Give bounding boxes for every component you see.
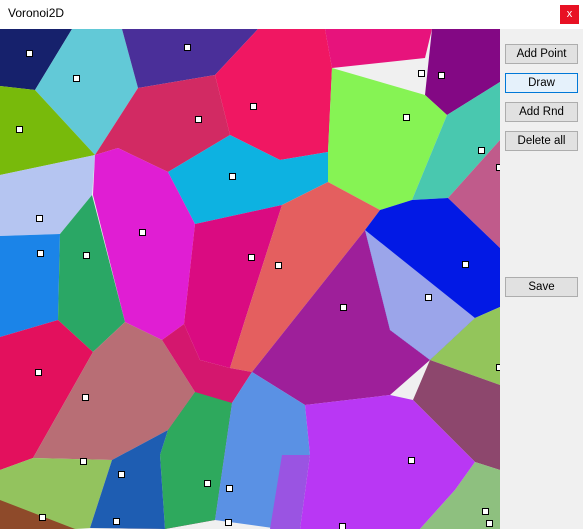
draw-button[interactable]: Draw	[505, 73, 578, 93]
seed-point	[250, 103, 257, 110]
seed-point	[339, 523, 346, 529]
seed-point	[80, 458, 87, 465]
seed-point	[229, 173, 236, 180]
seed-point	[418, 70, 425, 77]
seed-point	[16, 126, 23, 133]
delete-all-button[interactable]: Delete all	[505, 131, 578, 151]
voronoi-cell	[0, 234, 60, 337]
seed-point	[425, 294, 432, 301]
save-button[interactable]: Save	[505, 277, 578, 297]
seed-point	[35, 369, 42, 376]
seed-point	[139, 229, 146, 236]
seed-point	[340, 304, 347, 311]
seed-point	[275, 262, 282, 269]
seed-point	[195, 116, 202, 123]
seed-point	[184, 44, 191, 51]
add-point-button[interactable]: Add Point	[505, 44, 578, 64]
close-button[interactable]: x	[560, 5, 579, 24]
add-rnd-button[interactable]: Add Rnd	[505, 102, 578, 122]
seed-point	[438, 72, 445, 79]
seed-point	[403, 114, 410, 121]
seed-point	[26, 50, 33, 57]
window-title: Voronoi2D	[8, 6, 65, 20]
seed-point	[204, 480, 211, 487]
seed-point	[36, 215, 43, 222]
seed-point	[478, 147, 485, 154]
seed-point	[82, 394, 89, 401]
seed-point	[482, 508, 489, 515]
seed-point	[118, 471, 125, 478]
seed-point	[226, 485, 233, 492]
seed-point	[73, 75, 80, 82]
seed-point	[408, 457, 415, 464]
seed-point	[37, 250, 44, 257]
seed-point	[225, 519, 232, 526]
side-panel: Add Point Draw Add Rnd Delete all Save	[500, 29, 583, 529]
seed-point	[248, 254, 255, 261]
voronoi-canvas[interactable]	[0, 29, 500, 529]
seed-point	[486, 520, 493, 527]
seed-point	[83, 252, 90, 259]
seed-point	[462, 261, 469, 268]
voronoi-cell	[325, 29, 432, 68]
title-bar: Voronoi2D x	[0, 0, 583, 29]
seed-point	[39, 514, 46, 521]
seed-point	[113, 518, 120, 525]
